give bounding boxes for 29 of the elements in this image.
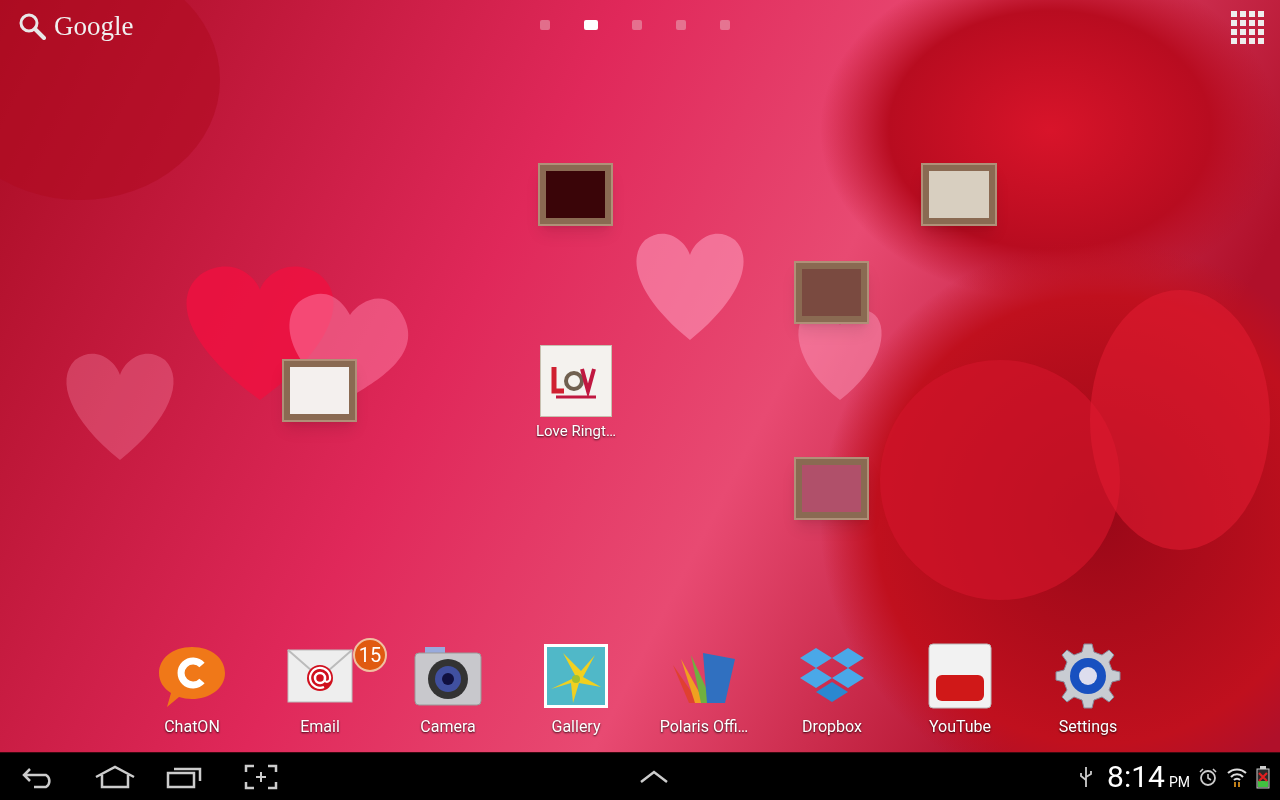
flower-photo-icon[interactable] xyxy=(543,643,609,709)
app-label: Camera xyxy=(420,716,476,738)
clock-time: 8:14 xyxy=(1107,761,1165,792)
apps-grid-icon[interactable] xyxy=(1231,11,1265,45)
screenshot-icon[interactable] xyxy=(244,763,278,790)
home-icon[interactable] xyxy=(94,764,136,789)
battery-charging-icon xyxy=(1256,764,1270,789)
clock-meridiem: PM xyxy=(1168,774,1190,789)
photo-frame-widget[interactable] xyxy=(538,163,613,226)
app-label: Dropbox xyxy=(802,716,862,738)
photo-frame-widget[interactable] xyxy=(282,359,357,422)
chevron-up-icon[interactable] xyxy=(639,769,669,784)
gear-icon[interactable] xyxy=(1054,642,1122,710)
photo-frame-widget[interactable] xyxy=(794,261,869,324)
alarm-clock-icon xyxy=(1198,766,1218,787)
app-label: ChatON xyxy=(164,716,220,738)
app-label: Settings xyxy=(1058,716,1118,738)
app-label: Gallery xyxy=(551,716,601,738)
app-label: Love Ringt… xyxy=(536,421,616,442)
search-icon[interactable] xyxy=(18,12,46,40)
wifi-icon xyxy=(1226,765,1248,788)
app-label: Email xyxy=(300,716,340,738)
google-search-label[interactable]: Google xyxy=(54,12,134,40)
app-icon[interactable] xyxy=(540,345,612,417)
usb-icon xyxy=(1079,765,1094,788)
app-label: Polaris Offi… xyxy=(659,716,749,738)
app-label: YouTube xyxy=(928,716,992,738)
envelope-icon[interactable] xyxy=(287,649,353,703)
photo-frame-widget[interactable] xyxy=(921,163,997,226)
